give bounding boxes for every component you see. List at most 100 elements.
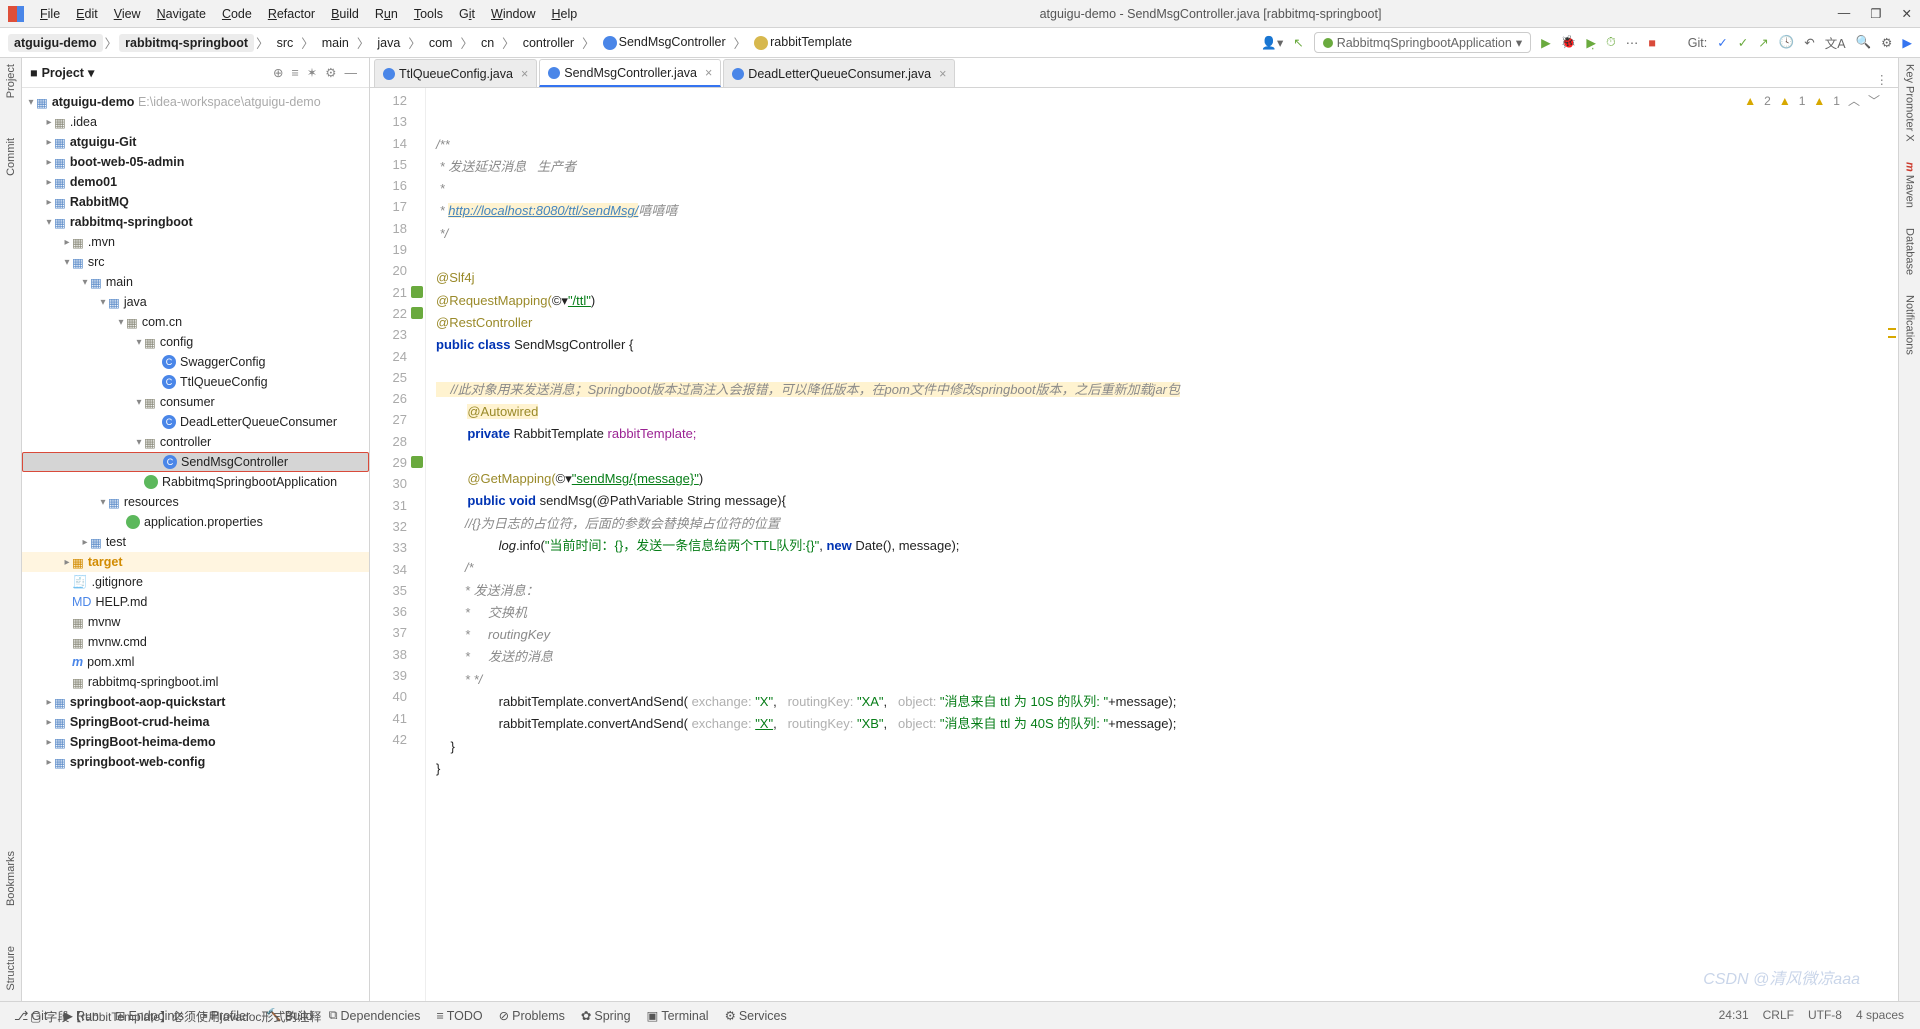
attach-button[interactable]: ⋯ — [1626, 35, 1639, 50]
tab-structure[interactable]: Structure — [5, 946, 17, 991]
git-push-button[interactable]: ↗ — [1758, 35, 1768, 50]
crumb[interactable]: src — [271, 34, 300, 52]
close-icon[interactable]: × — [521, 67, 528, 81]
expand-icon[interactable]: ≡ — [292, 66, 299, 80]
code-area[interactable]: 12131415161718 192021 22 232425262728 29… — [370, 88, 1898, 1001]
menu-build[interactable]: Build — [325, 5, 365, 23]
chevron-down-icon[interactable]: ﹀ — [1868, 92, 1880, 109]
coverage-button[interactable]: ▶̣ — [1586, 35, 1596, 50]
chevron-up-icon[interactable]: ︿ — [1848, 92, 1860, 109]
tab-bookmarks[interactable]: Bookmarks — [5, 851, 17, 906]
tree-item[interactable]: ▦mvnw — [22, 612, 369, 632]
gutter-run-icon[interactable] — [411, 307, 423, 319]
menu-refactor[interactable]: Refactor — [262, 5, 321, 23]
tree-item[interactable]: ▸▦.mvn — [22, 232, 369, 252]
tab-notifications[interactable]: Notifications — [1904, 295, 1916, 355]
tree-item[interactable]: ▾▦config — [22, 332, 369, 352]
tree-item[interactable]: ▸▦RabbitMQ — [22, 192, 369, 212]
tree-item[interactable]: ▸▦springboot-aop-quickstart — [22, 692, 369, 712]
tree-item[interactable]: ▾▦src — [22, 252, 369, 272]
tool-terminal[interactable]: ▣ Terminal — [641, 1006, 715, 1025]
menu-run[interactable]: Run — [369, 5, 404, 23]
tree-item[interactable]: ▦mvnw.cmd — [22, 632, 369, 652]
close-icon[interactable]: × — [705, 66, 712, 80]
tree-item[interactable]: ▸▦boot-web-05-admin — [22, 152, 369, 172]
tree-item[interactable]: ▾▦controller — [22, 432, 369, 452]
tree-item[interactable]: ▾▦main — [22, 272, 369, 292]
status-eol[interactable]: CRLF — [1763, 1008, 1794, 1022]
tool-problems[interactable]: ⊘ Problems — [493, 1006, 571, 1025]
tool-dependencies[interactable]: ⧉ Dependencies — [323, 1006, 427, 1025]
sidebar-title[interactable]: ■ Project ▾ — [30, 65, 94, 80]
tab-maven[interactable]: m Maven — [1904, 162, 1916, 208]
gutter-run-icon[interactable] — [411, 286, 423, 298]
run-button[interactable]: ▶ — [1541, 35, 1551, 50]
tree-item[interactable]: ▸▦SpringBoot-crud-heima — [22, 712, 369, 732]
tree-item[interactable]: CTtlQueueConfig — [22, 372, 369, 392]
collapse-icon[interactable]: ✶ — [307, 65, 317, 80]
user-icon[interactable]: 👤▾ — [1261, 35, 1283, 51]
maximize-button[interactable]: ❐ — [1870, 6, 1881, 21]
tree-item[interactable]: ▸▦springboot-web-config — [22, 752, 369, 772]
tree-item[interactable]: ▾▦com.cn — [22, 312, 369, 332]
menu-code[interactable]: Code — [216, 5, 258, 23]
tool-services[interactable]: ⚙ Services — [719, 1006, 793, 1025]
tab-commit[interactable]: Commit — [5, 138, 17, 176]
menu-file[interactable]: File — [34, 5, 66, 23]
crumb-project[interactable]: atguigu-demo — [8, 34, 103, 52]
stop-button[interactable]: ■ — [1648, 36, 1656, 50]
menu-help[interactable]: Help — [546, 5, 584, 23]
crumb[interactable]: java — [371, 34, 406, 52]
tab-ttlqueue[interactable]: TtlQueueConfig.java× — [374, 59, 537, 87]
close-icon[interactable]: × — [939, 67, 946, 81]
tab-project[interactable]: Project — [5, 64, 17, 98]
tree-item[interactable]: ▦rabbitmq-springboot.iml — [22, 672, 369, 692]
git-history-button[interactable]: 🕓 — [1779, 35, 1795, 50]
select-opened-icon[interactable]: ⊕ — [273, 65, 283, 80]
tree-item[interactable]: ▾▦java — [22, 292, 369, 312]
project-tree[interactable]: ▾▦atguigu-demo E:\idea-workspace\atguigu… — [22, 88, 369, 1001]
crumb[interactable]: cn — [475, 34, 500, 52]
tab-keypromoter[interactable]: Key Promoter X — [1904, 64, 1916, 142]
menu-view[interactable]: View — [108, 5, 147, 23]
hide-icon[interactable]: — — [345, 66, 358, 80]
tree-item[interactable]: ▸▦SpringBoot-heima-demo — [22, 732, 369, 752]
settings-button[interactable]: ⚙ — [1881, 35, 1892, 50]
crumb[interactable]: com — [423, 34, 459, 52]
gutter-run-icon[interactable] — [411, 456, 423, 468]
more-button[interactable]: ▶ — [1902, 35, 1912, 50]
tool-spring[interactable]: ✿ Spring — [575, 1006, 637, 1025]
code-text[interactable]: /** * 发送延迟消息 生产者 * * http://localhost:80… — [426, 88, 1898, 1001]
status-position[interactable]: 24:31 — [1719, 1008, 1749, 1022]
back-icon[interactable]: ↖ — [1293, 35, 1303, 50]
tool-todo[interactable]: ≡ TODO — [430, 1006, 488, 1025]
run-config-selector[interactable]: RabbitmqSpringbootApplication ▾ — [1314, 32, 1531, 53]
profile-button[interactable]: ⏱ — [1606, 35, 1616, 50]
menu-edit[interactable]: Edit — [70, 5, 104, 23]
tree-root[interactable]: ▾▦atguigu-demo E:\idea-workspace\atguigu… — [22, 92, 369, 112]
tree-item[interactable]: ▾▦consumer — [22, 392, 369, 412]
show-options-icon[interactable]: ⚙ — [325, 65, 336, 80]
git-revert-button[interactable]: ↶ — [1804, 35, 1814, 50]
gutter[interactable]: 12131415161718 192021 22 232425262728 29… — [370, 88, 426, 1001]
crumb[interactable]: controller — [517, 34, 580, 52]
tree-item[interactable]: MDHELP.md — [22, 592, 369, 612]
tree-item[interactable]: 🧾.gitignore — [22, 572, 369, 592]
tab-deadletter[interactable]: DeadLetterQueueConsumer.java× — [723, 59, 955, 87]
tree-item[interactable]: ▾▦rabbitmq-springboot — [22, 212, 369, 232]
git-commit-button[interactable]: ✓ — [1738, 35, 1748, 50]
crumb-module[interactable]: rabbitmq-springboot — [119, 34, 254, 52]
menu-navigate[interactable]: Navigate — [151, 5, 212, 23]
tab-database[interactable]: Database — [1904, 228, 1916, 275]
git-update-button[interactable]: ✓ — [1717, 35, 1727, 50]
crumb-class[interactable]: SendMsgController — [597, 33, 732, 52]
tree-item[interactable]: application.properties — [22, 512, 369, 532]
tree-item[interactable]: ▸▦demo01 — [22, 172, 369, 192]
tree-item[interactable]: ▸▦atguigu-Git — [22, 132, 369, 152]
inspections-widget[interactable]: ▲2 ▲1 ▲1 ︿ ﹀ — [1744, 92, 1880, 109]
tree-item[interactable]: RabbitmqSpringbootApplication — [22, 472, 369, 492]
tree-item-selected[interactable]: CSendMsgController — [22, 452, 369, 472]
error-stripe[interactable] — [1886, 88, 1898, 1001]
crumb[interactable]: main — [316, 34, 355, 52]
tree-item[interactable]: ▾▦resources — [22, 492, 369, 512]
